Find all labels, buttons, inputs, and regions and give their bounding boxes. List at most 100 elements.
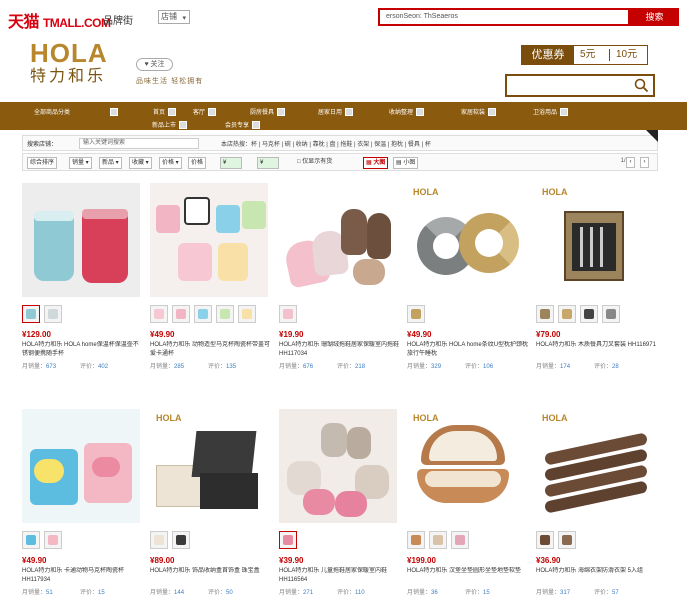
price-max-input[interactable]: ¥ [257, 157, 279, 169]
shop-search-label: 搜索店铺： [27, 142, 58, 148]
product-thumbnail[interactable] [451, 531, 469, 549]
nav-item-new[interactable]: 新品上市 [152, 120, 188, 130]
product-thumbnail[interactable] [150, 305, 168, 323]
nav-item-storage[interactable]: 收纳整理 [389, 107, 425, 117]
product-thumbnail[interactable] [536, 531, 554, 549]
product-thumbnail[interactable] [238, 305, 256, 323]
product-image[interactable] [22, 409, 140, 523]
nav-item-home[interactable]: 首页 [153, 107, 177, 117]
product-thumbnail[interactable] [150, 531, 168, 549]
product-thumbnail[interactable] [172, 305, 190, 323]
brand-logo[interactable]: HOLA 特力和乐 [30, 40, 120, 88]
search-input[interactable]: ersonSeon: ThSeaeros [378, 8, 630, 26]
product-image[interactable]: HOLA [407, 183, 525, 297]
product-image[interactable]: HOLA [536, 409, 654, 523]
search-button[interactable]: 搜索 [630, 8, 679, 26]
tmall-logo-en: TMALL.COM [42, 16, 111, 30]
product-thumbnail[interactable] [407, 305, 425, 323]
product-thumbnail[interactable] [22, 305, 40, 323]
follow-shop-button[interactable]: ♥ 关注 [136, 58, 173, 71]
product-thumbnail[interactable] [44, 531, 62, 549]
product-thumbnail[interactable] [172, 531, 190, 549]
product-title[interactable]: HOLA特力和乐 儿童拖鞋居家保暖室内鞋 HH116564 [279, 567, 401, 585]
product-title[interactable]: HOLA特力和乐 饰品收纳盒首饰盒 珠宝盒 [150, 567, 272, 585]
product-image[interactable]: HOLA [407, 409, 525, 523]
nav-item-living[interactable]: 客厅 [193, 107, 217, 117]
prev-page-button[interactable]: ‹ [626, 157, 635, 168]
product-image[interactable] [279, 183, 397, 297]
review-count[interactable]: 15 [483, 590, 490, 596]
product-image[interactable]: HOLA [536, 183, 654, 297]
review-count[interactable]: 135 [226, 364, 236, 370]
next-page-button[interactable]: › [640, 157, 649, 168]
product-thumbnail[interactable] [194, 305, 212, 323]
search-icon[interactable] [634, 78, 649, 93]
product-title[interactable]: HOLA特力和乐 动物造型马克杯陶瓷杯带盖可爱卡通杯 [150, 341, 272, 359]
product-image[interactable]: HOLA [150, 409, 268, 523]
dropdown-icon [168, 108, 177, 117]
view-small-button[interactable]: ▤ 小图 [393, 157, 419, 169]
product-thumbnail[interactable] [558, 305, 576, 323]
sort-price-button[interactable]: 价格 ▾ [159, 157, 182, 169]
product-thumbnail[interactable] [44, 305, 62, 323]
review-count[interactable]: 110 [355, 590, 365, 596]
price-min-input[interactable]: ¥ [220, 157, 242, 169]
hot-search-tags[interactable]: 本店热搜：杯 | 马克杯 | 碗 | 收纳 | 靠枕 | 盘 | 拖鞋 | 衣架… [221, 139, 431, 148]
product-title[interactable]: HOLA特力和乐 HOLA home保温杯保温壶不锈钢便携随手杯 [22, 341, 144, 359]
nav-item-bath[interactable]: 卫浴用品 [533, 107, 569, 117]
sort-favorite-button[interactable]: 收藏 ▾ [129, 157, 152, 169]
reviews-label: 评价： [208, 364, 227, 370]
reviews-label: 评价： [594, 590, 613, 596]
review-group: 评价：50 [208, 587, 233, 596]
product-title[interactable]: HOLA特力和乐 木质餐具刀叉套装 HH116971 [536, 341, 658, 359]
review-group: 评价：402 [80, 361, 108, 370]
nav-item-decor[interactable]: 家居软装 [461, 107, 497, 117]
product-title[interactable]: HOLA特力和乐 HOLA home条纹U型枕护颈枕旅行午睡枕 [407, 341, 529, 359]
product-thumbnail[interactable] [602, 305, 620, 323]
product-price: ¥199.00 [407, 556, 436, 565]
product-thumbnail[interactable] [580, 305, 598, 323]
review-count[interactable]: 28 [612, 364, 619, 370]
review-count[interactable]: 402 [98, 364, 108, 370]
review-count[interactable]: 15 [98, 590, 105, 596]
product-thumbnail[interactable] [22, 531, 40, 549]
review-count[interactable]: 50 [226, 590, 233, 596]
in-stock-checkbox[interactable]: □ 仅显示有货 [295, 157, 334, 169]
review-count[interactable]: 57 [612, 590, 619, 596]
nav-item-kitchen[interactable]: 厨房餐具 [250, 107, 286, 117]
review-count[interactable]: 218 [355, 364, 365, 370]
sort-new-button[interactable]: 新品 ▾ [99, 157, 122, 169]
product-image[interactable] [22, 183, 140, 297]
product-thumbnail[interactable] [429, 531, 447, 549]
review-count[interactable]: 106 [483, 364, 493, 370]
product-title[interactable]: HOLA特力和乐 汉堡坐垫圆形坐垫地垫软垫 [407, 567, 529, 585]
product-thumbnail[interactable] [407, 531, 425, 549]
product-thumbnail[interactable] [216, 305, 234, 323]
view-large-button[interactable]: ▦ 大图 [363, 157, 389, 169]
product-thumbnail[interactable] [279, 305, 297, 323]
sales-label: 月销量： [536, 590, 561, 596]
sort-sales-button[interactable]: 销量 ▾ [69, 157, 92, 169]
product-title[interactable]: HOLA特力和乐 海绵衣架防滑衣架 5入组 [536, 567, 658, 585]
product-stats: 月销量：285 评价：135 [150, 361, 268, 370]
sales-label: 月销量： [407, 590, 432, 596]
product-thumbnail[interactable] [536, 305, 554, 323]
nav-item-all[interactable]: 全部商品分类 [34, 107, 119, 117]
nav-item-member[interactable]: 会员专享 [225, 120, 261, 130]
sort-default-button[interactable]: 综合排序 [27, 157, 58, 169]
shop-search-input[interactable] [505, 74, 655, 97]
product-price: ¥79.00 [536, 330, 561, 339]
search-scope-select[interactable]: 店铺 ▾ [158, 10, 190, 24]
product-thumbnail[interactable] [279, 531, 297, 549]
tmall-logo[interactable]: 天猫 TMALL.COM [8, 8, 111, 32]
product-image[interactable] [279, 409, 397, 523]
product-thumbnail[interactable] [558, 531, 576, 549]
nav-item-daily[interactable]: 居家日用 [318, 107, 354, 117]
product-image[interactable] [150, 183, 268, 297]
coupon-10-button[interactable]: 10元 [616, 46, 637, 64]
keyword-input[interactable]: 输入关键词搜索 [79, 138, 199, 149]
coupon-5-button[interactable]: 5元 [580, 46, 596, 64]
corner-fold [646, 130, 658, 142]
product-title[interactable]: HOLA特力和乐 珊瑚绒拖鞋居家保暖室内拖鞋 HH117034 [279, 341, 401, 359]
product-title[interactable]: HOLA特力和乐 卡通动物马克杯陶瓷杯 HH117934 [22, 567, 144, 585]
